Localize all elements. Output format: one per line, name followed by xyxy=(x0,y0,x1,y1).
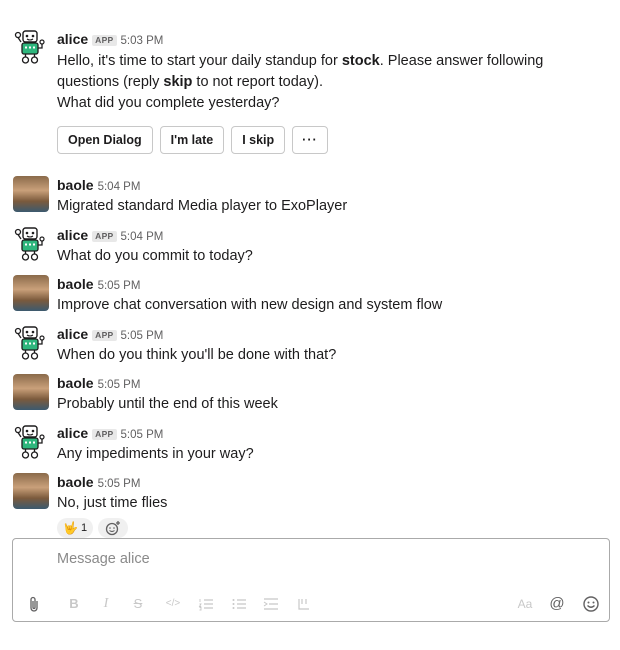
user-avatar[interactable] xyxy=(13,473,49,509)
ordered-list-icon[interactable] xyxy=(198,595,214,613)
timestamp[interactable]: 5:04 PM xyxy=(98,181,141,193)
paperclip-icon[interactable] xyxy=(27,595,41,613)
timestamp[interactable]: 5:05 PM xyxy=(98,280,141,292)
code-icon[interactable]: </> xyxy=(163,595,183,613)
timestamp[interactable]: 5:05 PM xyxy=(98,478,141,490)
timestamp[interactable]: 5:05 PM xyxy=(98,379,141,391)
add-reaction-icon xyxy=(105,521,121,536)
message-text: Probably until the end of this week xyxy=(57,396,278,412)
bold-icon[interactable]: B xyxy=(68,595,80,613)
italic-icon[interactable]: I xyxy=(100,595,112,613)
message-line: Hello, it's time to start your daily sta… xyxy=(57,53,544,69)
author-name[interactable]: alice xyxy=(57,326,88,342)
message-line: questions (reply skip to not report toda… xyxy=(57,74,323,90)
timestamp[interactable]: 5:04 PM xyxy=(121,231,164,243)
bulleted-list-icon[interactable] xyxy=(231,595,247,613)
reaction-love-you-gesture[interactable]: 🤟 1 xyxy=(57,518,94,538)
timestamp[interactable]: 5:05 PM xyxy=(121,330,164,342)
timestamp[interactable]: 5:03 PM xyxy=(121,35,164,47)
author-name[interactable]: alice xyxy=(57,31,88,47)
message-text: Any impediments in your way? xyxy=(57,446,254,462)
message-text: Migrated standard Media player to ExoPla… xyxy=(57,198,348,214)
text-format-icon[interactable]: Aa xyxy=(515,595,535,613)
user-avatar[interactable] xyxy=(13,374,49,410)
author-name[interactable]: alice xyxy=(57,425,88,441)
bold-text: stock xyxy=(341,53,380,69)
emoji-icon[interactable] xyxy=(582,595,600,613)
author-name[interactable]: baole xyxy=(57,474,94,490)
more-actions-button[interactable]: ··· xyxy=(292,126,328,154)
author-name[interactable]: baole xyxy=(57,177,94,193)
robot-avatar-icon[interactable] xyxy=(12,423,50,461)
message-text: No, just time flies xyxy=(57,495,168,511)
add-reaction-button[interactable] xyxy=(98,518,129,538)
love-you-gesture-icon: 🤟 xyxy=(63,521,78,535)
bold-text: skip xyxy=(163,74,193,90)
author-name[interactable]: alice xyxy=(57,227,88,243)
message-text: Improve chat conversation with new desig… xyxy=(57,297,443,313)
robot-avatar-icon[interactable] xyxy=(12,324,50,362)
app-badge: APP xyxy=(92,330,117,341)
app-badge: APP xyxy=(92,35,117,46)
user-avatar[interactable] xyxy=(13,176,49,212)
app-badge: APP xyxy=(92,429,117,440)
timestamp[interactable]: 5:05 PM xyxy=(121,429,164,441)
user-avatar[interactable] xyxy=(13,275,49,311)
im-late-button[interactable]: I'm late xyxy=(159,126,225,154)
author-name[interactable]: baole xyxy=(57,276,94,292)
mention-icon[interactable]: @ xyxy=(549,595,565,613)
i-skip-button[interactable]: I skip xyxy=(231,126,286,154)
message-text: When do you think you'll be done with th… xyxy=(57,347,337,363)
open-dialog-button[interactable]: Open Dialog xyxy=(57,126,153,154)
robot-avatar-icon[interactable] xyxy=(12,225,50,263)
robot-avatar-icon[interactable] xyxy=(12,28,50,66)
message-input[interactable]: Message alice xyxy=(57,551,150,567)
app-badge: APP xyxy=(92,231,117,242)
strikethrough-icon[interactable]: S xyxy=(131,595,145,613)
reactions-bar: 🤟 1 xyxy=(57,518,610,538)
message-line: What did you complete yesterday? xyxy=(57,95,280,111)
message-composer[interactable]: Message alice B I S </> Aa @ xyxy=(12,538,610,622)
indent-icon[interactable] xyxy=(263,595,279,613)
reaction-count: 1 xyxy=(80,522,88,534)
code-block-icon[interactable] xyxy=(296,595,312,613)
author-name[interactable]: baole xyxy=(57,375,94,391)
action-buttons: Open Dialog I'm late I skip ··· xyxy=(57,126,610,154)
message-text: Hello, it's time to start your daily sta… xyxy=(57,51,610,114)
message-text: What do you commit to today? xyxy=(57,248,253,264)
